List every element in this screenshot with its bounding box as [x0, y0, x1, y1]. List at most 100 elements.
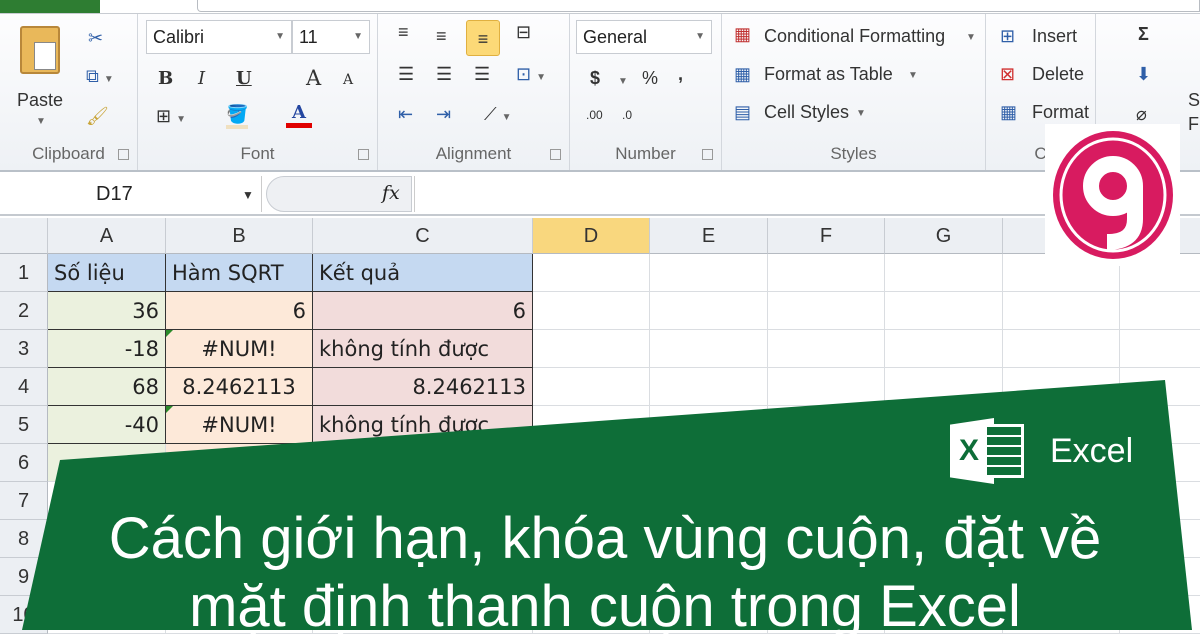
font-launcher-icon[interactable]	[358, 149, 369, 160]
comma-button[interactable]: ,	[678, 64, 683, 85]
paste-icon[interactable]	[20, 26, 60, 74]
cell-a1[interactable]: Số liệu	[48, 254, 166, 292]
cell[interactable]	[768, 368, 885, 406]
cell[interactable]	[1120, 292, 1200, 330]
currency-dropdown-icon[interactable]: ▼	[618, 76, 628, 87]
bold-button[interactable]: B	[158, 68, 173, 89]
cell-a4[interactable]: 68	[48, 368, 166, 406]
format-as-table-button[interactable]: Format as Table	[764, 64, 893, 85]
cell[interactable]	[650, 330, 768, 368]
column-header-d[interactable]: D	[533, 218, 650, 254]
formula-bar: D17▼ fx	[0, 172, 1200, 216]
column-header-a[interactable]: A	[48, 218, 166, 254]
cell-c2[interactable]: 6	[313, 292, 533, 330]
borders-icon[interactable]: ⊞ ▼	[156, 106, 186, 127]
autosum-button[interactable]: Σ	[1138, 24, 1149, 45]
increase-decimal-button[interactable]: .00	[586, 108, 603, 122]
format-painter-icon[interactable]: 🖌	[86, 106, 109, 127]
align-bottom-icon[interactable]: ≡	[466, 20, 500, 56]
cell[interactable]	[533, 254, 650, 292]
font-name-select[interactable]: Calibri▼	[146, 20, 292, 54]
orientation-icon[interactable]: ⟋ ▼	[484, 104, 512, 125]
column-header-e[interactable]: E	[650, 218, 768, 254]
decrease-decimal-button[interactable]: .0	[622, 108, 632, 122]
cell[interactable]	[1003, 292, 1120, 330]
cell-c3[interactable]: không tính được	[313, 330, 533, 368]
column-header-g[interactable]: G	[885, 218, 1003, 254]
column-header-f[interactable]: F	[768, 218, 885, 254]
cell[interactable]	[1120, 330, 1200, 368]
cell[interactable]	[1003, 330, 1120, 368]
cell-a5[interactable]: -40	[48, 406, 166, 444]
decrease-indent-icon[interactable]: ⇤	[398, 104, 413, 125]
cell[interactable]	[533, 330, 650, 368]
font-color-button[interactable]: A	[286, 102, 312, 128]
grow-font-button[interactable]: A	[306, 66, 321, 90]
row-header-2[interactable]: 2	[0, 292, 48, 330]
sort-filter-label[interactable]: S	[1188, 90, 1200, 111]
conditional-formatting-button[interactable]: Conditional Formatting	[764, 26, 945, 47]
column-header-c[interactable]: C	[313, 218, 533, 254]
cell-a2[interactable]: 36	[48, 292, 166, 330]
copy-icon[interactable]: ⧉ ▼	[86, 66, 114, 87]
cell-b3[interactable]: #NUM!	[166, 330, 313, 368]
cell[interactable]	[650, 254, 768, 292]
cell[interactable]	[768, 254, 885, 292]
cell-a3[interactable]: -18	[48, 330, 166, 368]
row-header-6[interactable]: 6	[0, 444, 48, 482]
shrink-font-button[interactable]: A	[343, 72, 353, 88]
clear-icon[interactable]: ⌀	[1136, 104, 1147, 125]
column-header-b[interactable]: B	[166, 218, 313, 254]
cell[interactable]	[768, 330, 885, 368]
align-center-icon[interactable]: ☰	[436, 64, 452, 85]
row-header-4[interactable]: 4	[0, 368, 48, 406]
font-size-select[interactable]: 11▼	[292, 20, 370, 54]
cut-icon[interactable]: ✂	[88, 28, 103, 49]
align-right-icon[interactable]: ☰	[474, 64, 490, 85]
paste-button[interactable]: Paste	[17, 90, 63, 111]
number-format-select[interactable]: General▼	[576, 20, 712, 54]
name-box[interactable]: D17▼	[0, 176, 262, 212]
row-header-1[interactable]: 1	[0, 254, 48, 292]
currency-button[interactable]: $	[590, 68, 600, 89]
fill-color-icon[interactable]: 🪣	[226, 104, 248, 129]
increase-indent-icon[interactable]: ⇥	[436, 104, 451, 125]
cell[interactable]	[768, 292, 885, 330]
align-middle-icon[interactable]: ≡	[436, 26, 447, 47]
align-left-icon[interactable]: ☰	[398, 64, 414, 85]
row-header-5[interactable]: 5	[0, 406, 48, 444]
fill-icon[interactable]: ⬇	[1136, 64, 1151, 85]
percent-button[interactable]: %	[642, 68, 658, 89]
paste-dropdown-icon[interactable]: ▼	[36, 116, 46, 127]
file-tab[interactable]	[0, 0, 100, 13]
cell-c4[interactable]: 8.2462113	[313, 368, 533, 406]
cell[interactable]	[885, 330, 1003, 368]
number-launcher-icon[interactable]	[702, 149, 713, 160]
cell-styles-button[interactable]: Cell Styles	[764, 102, 849, 123]
cell-b5[interactable]: #NUM!	[166, 406, 313, 444]
alignment-launcher-icon[interactable]	[550, 149, 561, 160]
cell-b2[interactable]: 6	[166, 292, 313, 330]
cell[interactable]	[885, 254, 1003, 292]
insert-button[interactable]: Insert	[1032, 26, 1077, 47]
cell[interactable]	[533, 368, 650, 406]
insert-function-button[interactable]: fx	[382, 182, 400, 204]
italic-button[interactable]: I	[198, 68, 205, 89]
clipboard-launcher-icon[interactable]	[118, 149, 129, 160]
cell[interactable]	[650, 368, 768, 406]
merge-center-icon[interactable]: ⊡ ▼	[516, 64, 546, 85]
align-top-icon[interactable]: ≡	[398, 22, 409, 43]
format-button[interactable]: Format	[1032, 102, 1089, 123]
select-all-button[interactable]	[0, 218, 48, 254]
row-header-3[interactable]: 3	[0, 330, 48, 368]
cell-c1[interactable]: Kết quả	[313, 254, 533, 292]
cell[interactable]	[650, 292, 768, 330]
cell[interactable]	[885, 292, 1003, 330]
wrap-text-icon[interactable]: ⊟	[516, 22, 531, 43]
delete-button[interactable]: Delete	[1032, 64, 1084, 85]
underline-button[interactable]: U	[236, 68, 252, 89]
find-select-label[interactable]: F	[1188, 114, 1199, 135]
cell-b4[interactable]: 8.2462113	[166, 368, 313, 406]
cell[interactable]	[533, 292, 650, 330]
cell-b1[interactable]: Hàm SQRT	[166, 254, 313, 292]
